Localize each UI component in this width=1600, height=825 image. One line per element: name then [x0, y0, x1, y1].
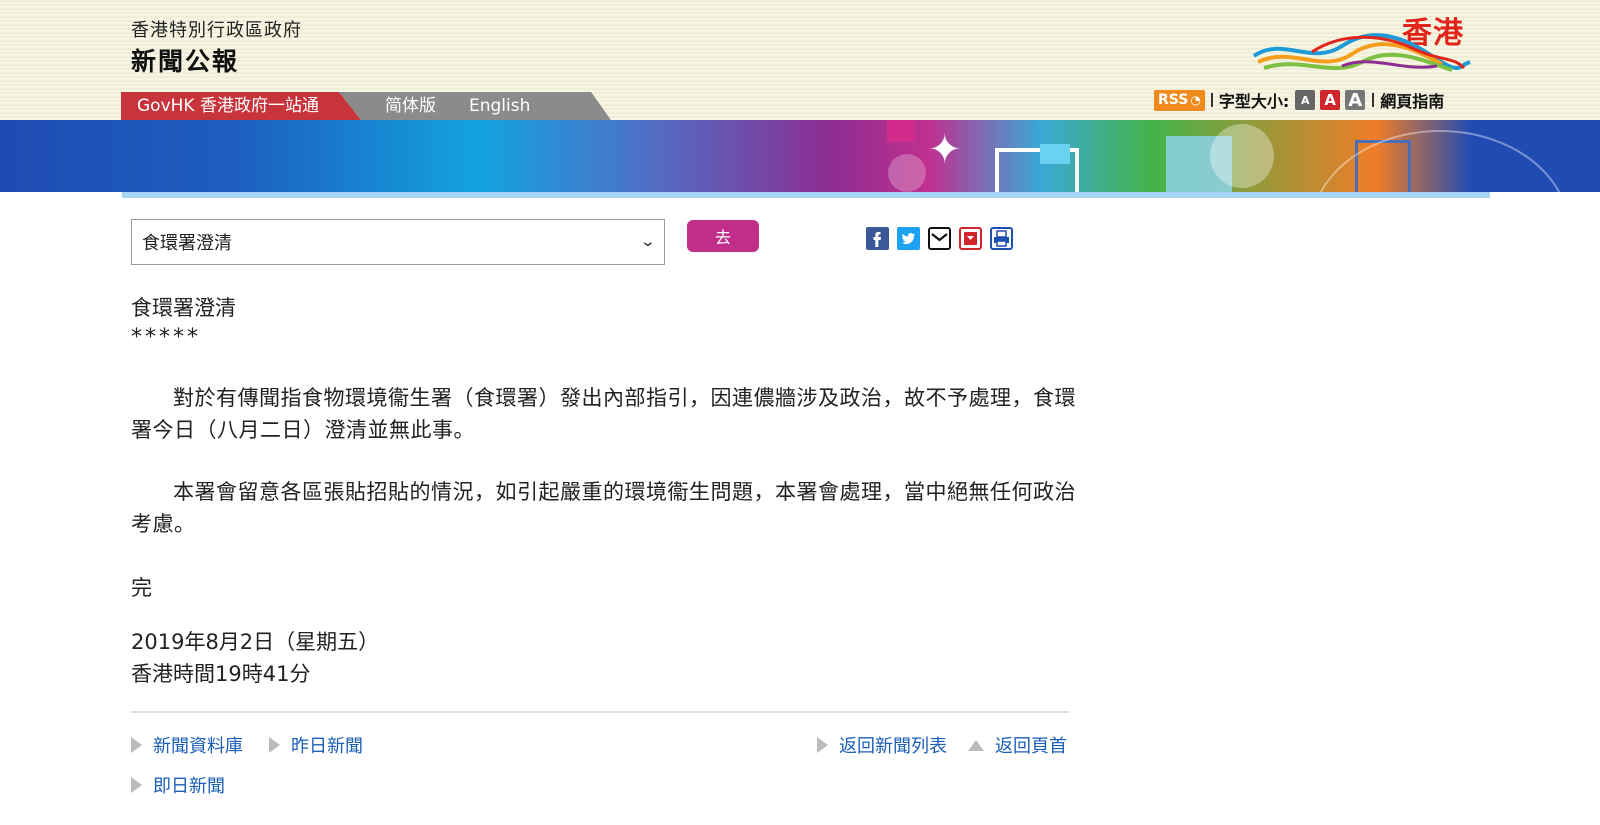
divider: [131, 711, 1069, 713]
article-separator-stars: *****: [131, 325, 201, 350]
arrow-right-icon: [131, 777, 142, 793]
article-paragraph: 對於有傳聞指食物環境衞生署（食環署）發出內部指引，因連儂牆涉及政治，故不予處理，…: [131, 386, 1076, 442]
footer-link-label: 昨日新聞: [291, 736, 363, 757]
article-title: 食環署澄清: [131, 296, 236, 320]
banner-shape: [1210, 124, 1274, 188]
tab-simplified-chinese[interactable]: 简体版: [385, 92, 436, 120]
bookmark-icon[interactable]: [959, 227, 982, 250]
banner-shape: [887, 120, 915, 142]
decorative-banner: ✦: [0, 120, 1600, 192]
arrow-up-icon: [968, 739, 984, 751]
news-select-value: 食環署澄清: [142, 233, 232, 254]
banner-shape: [1040, 144, 1070, 164]
facebook-icon[interactable]: [866, 227, 889, 250]
arrow-right-icon: [269, 737, 280, 753]
site-header: 香港特別行政區政府 新聞公報 香港 GovHK 香港政府一站通 简体版 Engl…: [0, 0, 1600, 120]
news-select-dropdown[interactable]: 食環署澄清 ⌄: [131, 219, 665, 265]
rss-label: RSS: [1158, 92, 1189, 108]
brand-hong-kong-logo[interactable]: 香港: [1252, 6, 1472, 78]
top-tabs: GovHK 香港政府一站通 简体版 English: [121, 92, 611, 120]
arrow-right-icon: [131, 737, 142, 753]
footer-link-today[interactable]: 即日新聞: [131, 772, 225, 798]
banner-shape: [1310, 130, 1570, 192]
rss-feed-icon: ◔: [1190, 93, 1201, 107]
divider: [1210, 93, 1213, 107]
banner-shape: [888, 154, 926, 192]
tab-govhk[interactable]: GovHK 香港政府一站通: [121, 92, 361, 120]
article-date: 2019年8月2日（星期五）: [131, 630, 380, 654]
footer-link-archive[interactable]: 新聞資料庫: [131, 732, 243, 758]
go-button[interactable]: 去: [687, 220, 759, 252]
web-guide-link[interactable]: 網頁指南: [1380, 88, 1444, 112]
twitter-icon[interactable]: [897, 227, 920, 250]
footer-link-back-to-top[interactable]: 返回頁首: [968, 732, 1067, 758]
arrow-right-icon: [817, 737, 828, 753]
font-size-small-button[interactable]: A: [1295, 90, 1316, 110]
government-name: 香港特別行政區政府: [131, 20, 302, 41]
email-icon[interactable]: [928, 227, 951, 250]
banner-underline: [122, 192, 1490, 198]
footer-link-back-to-list[interactable]: 返回新聞列表: [817, 732, 947, 758]
font-size-medium-button[interactable]: A: [1320, 90, 1341, 110]
tab-english[interactable]: English: [469, 92, 530, 120]
article-time: 香港時間19時41分: [131, 662, 311, 686]
footer-link-label: 新聞資料庫: [153, 736, 243, 757]
site-title[interactable]: 新聞公報: [131, 42, 239, 78]
language-tabs: 简体版 English: [339, 92, 611, 120]
font-size-label: 字型大小:: [1218, 92, 1290, 111]
sparkle-icon: ✦: [928, 127, 962, 173]
print-icon[interactable]: [990, 227, 1013, 250]
chevron-down-icon: ⌄: [639, 234, 657, 250]
utility-bar: RSS ◔ 字型大小: A A A 網頁指南: [1154, 88, 1444, 112]
footer-link-yesterday[interactable]: 昨日新聞: [269, 732, 363, 758]
article-paragraph: 本署會留意各區張貼招貼的情況，如引起嚴重的環境衞生問題，本署會處理，當中絕無任何…: [131, 480, 1076, 536]
footer-link-label: 返回頁首: [995, 736, 1067, 757]
share-toolbar: [866, 227, 1013, 250]
footer-link-label: 返回新聞列表: [839, 736, 947, 757]
article-end-mark: 完: [131, 576, 152, 600]
footer-link-label: 即日新聞: [153, 776, 225, 797]
dragon-ribbon-icon: [1252, 33, 1471, 72]
font-size-large-button[interactable]: A: [1345, 90, 1366, 111]
rss-button[interactable]: RSS ◔: [1154, 89, 1205, 111]
divider: [1372, 93, 1375, 107]
